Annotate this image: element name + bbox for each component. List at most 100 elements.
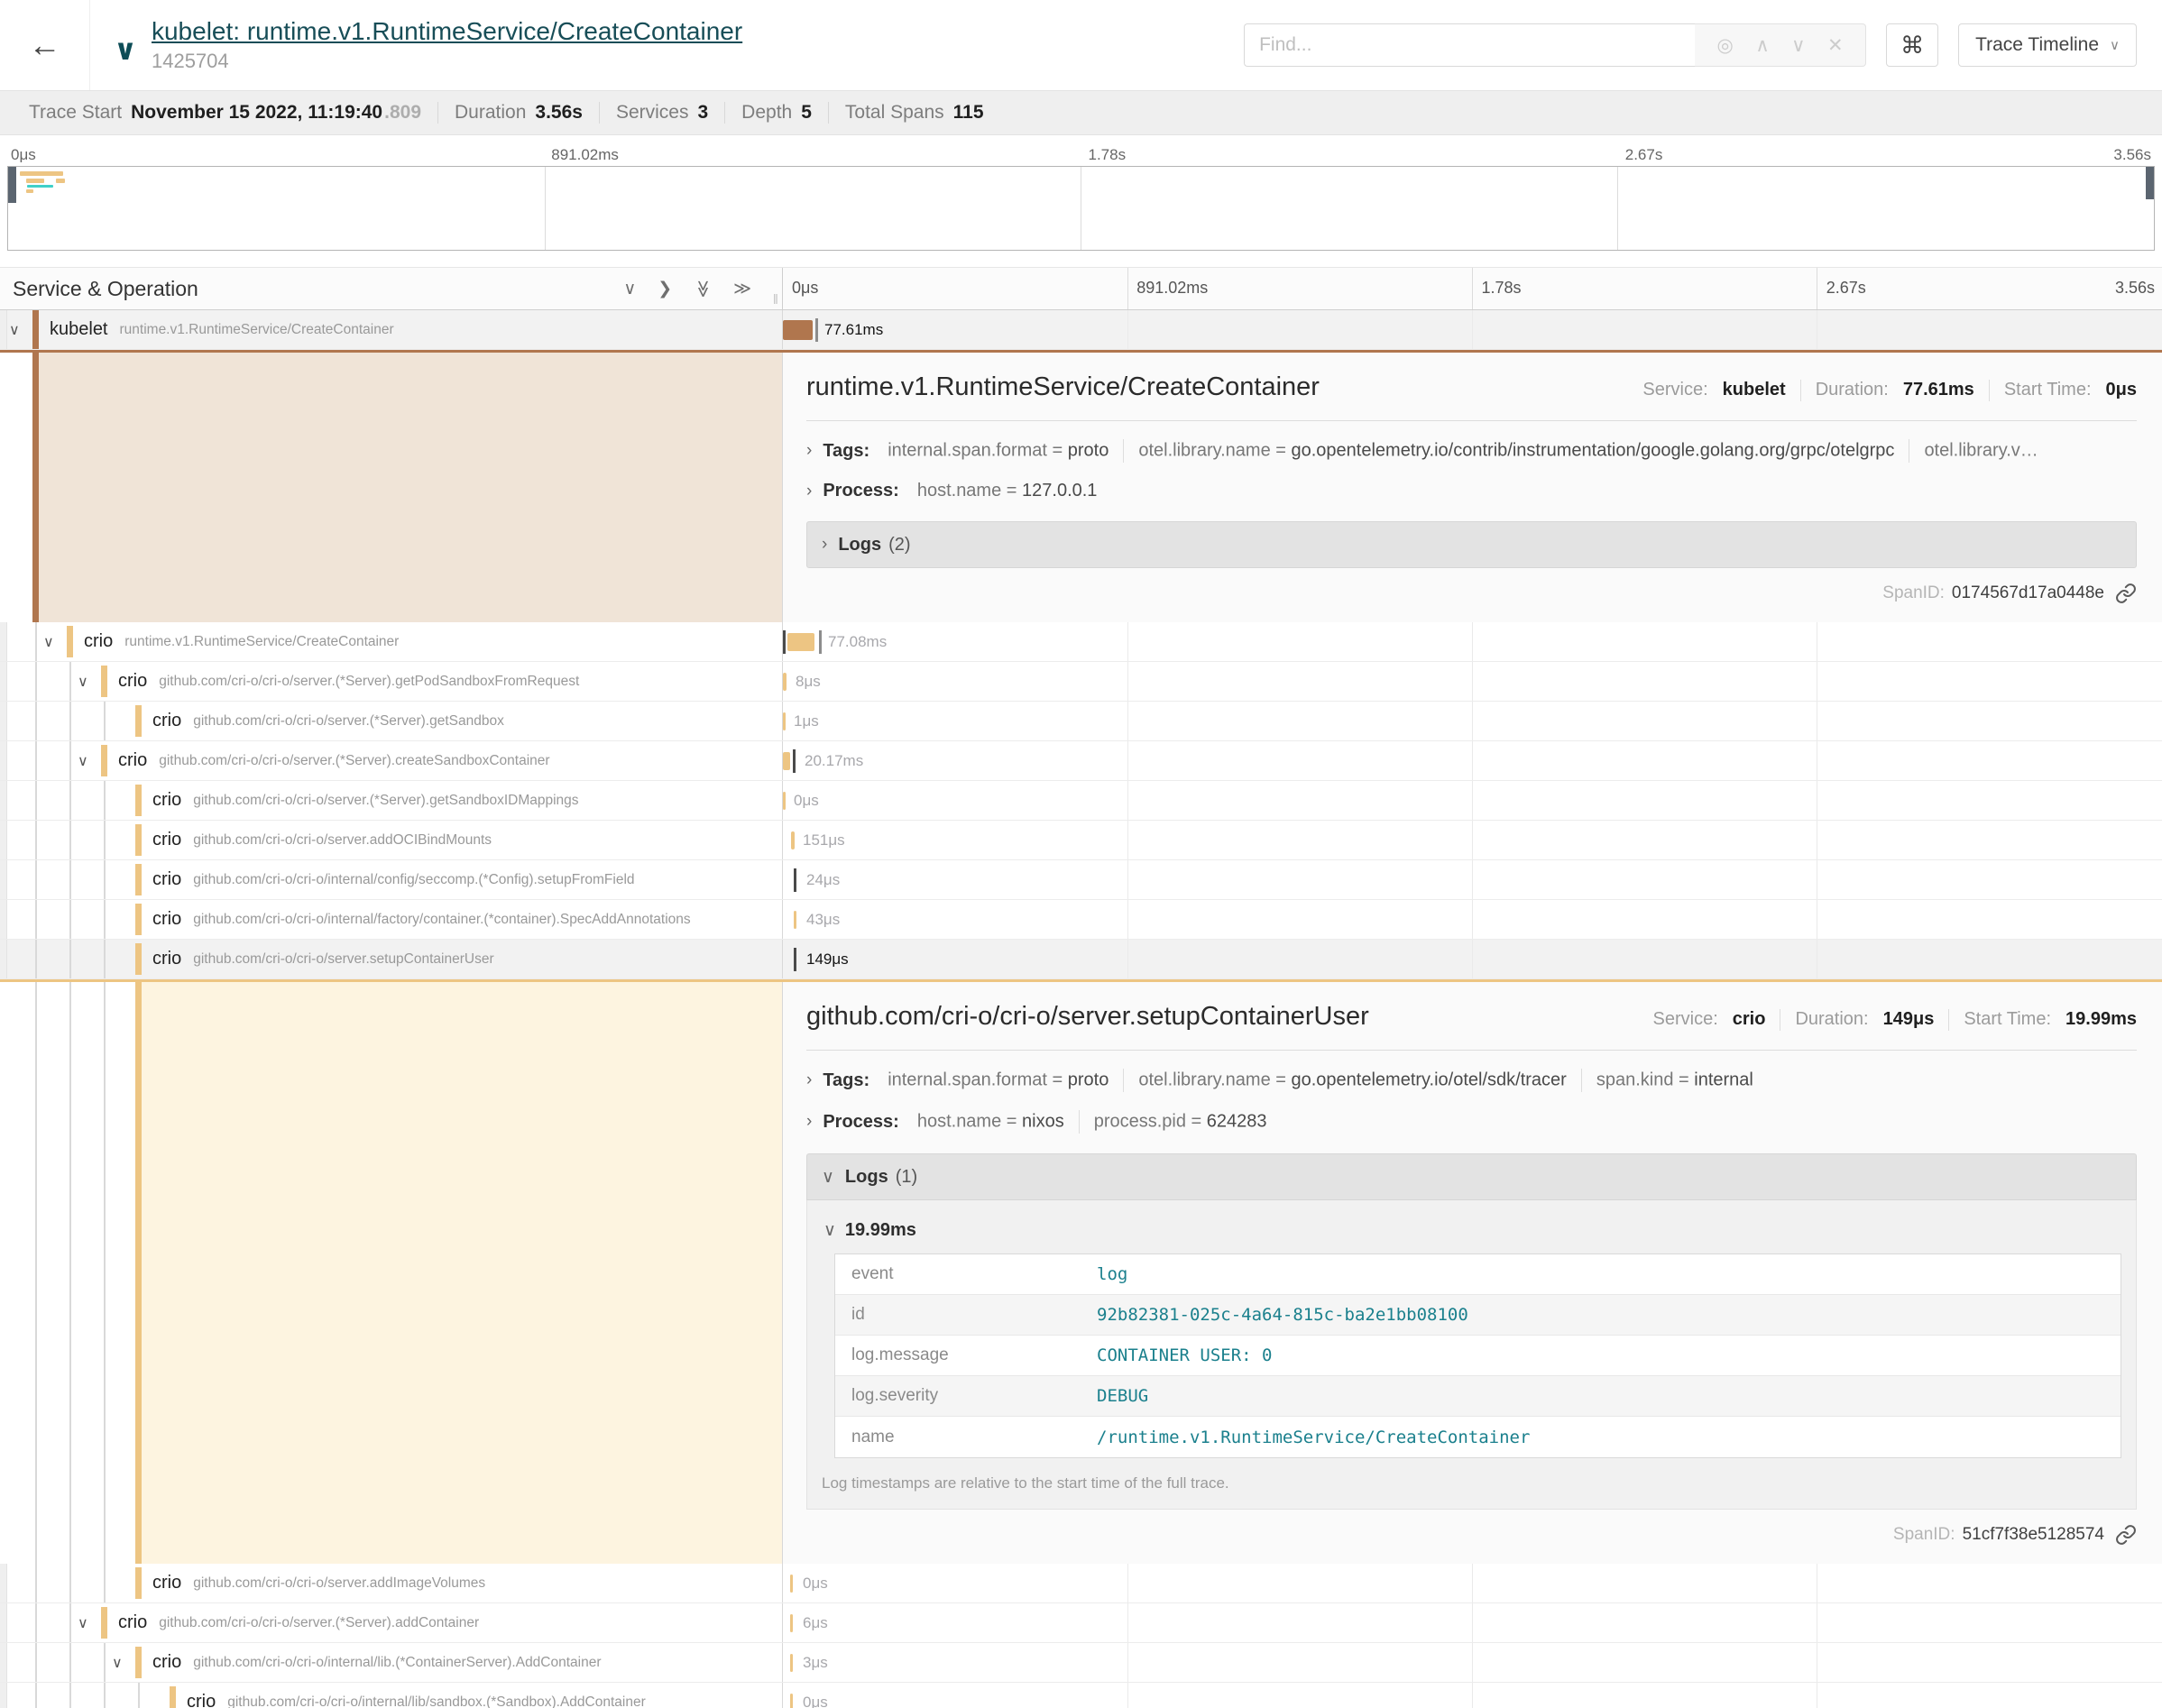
duration-label: 151μs: [803, 821, 845, 860]
indent-guide: [104, 982, 106, 1564]
tags-accordion[interactable]: › Tags: internal.span.format = protootel…: [806, 439, 2137, 463]
expander-icon: ›: [806, 1112, 812, 1132]
collapse-one-icon[interactable]: ∨: [623, 279, 636, 299]
span-timeline-cell[interactable]: 77.08ms: [783, 622, 2162, 661]
span-timeline-cell[interactable]: 149μs: [783, 940, 2162, 978]
row-collapse-icon[interactable]: ∨: [78, 673, 88, 691]
span-color-bar: [135, 1647, 142, 1678]
tag-pill: otel.library.v…: [1924, 440, 2038, 460]
trace-summary-bar: Trace StartNovember 15 2022, 11:19:40.80…: [0, 90, 2162, 135]
log-field-key: name: [835, 1428, 1097, 1447]
span-duration-bar: [790, 1614, 793, 1632]
span-color-bar: [135, 705, 142, 737]
duration-label: 0μs: [794, 781, 819, 821]
span-timeline-cell[interactable]: 151μs: [783, 821, 2162, 859]
span-row[interactable]: criogithub.com/cri-o/cri-o/internal/conf…: [0, 860, 2162, 900]
operation-name: github.com/cri-o/cri-o/server.(*Server).…: [193, 793, 578, 809]
column-resizer[interactable]: ‖: [773, 292, 778, 308]
duration-label: 8μs: [796, 662, 821, 702]
indent-guide: [69, 1643, 71, 1682]
duration-label: 6μs: [803, 1603, 828, 1643]
row-collapse-icon[interactable]: ∨: [43, 633, 54, 651]
minimap-tick-label: 1.78s: [1089, 146, 1127, 164]
log-field-value: /runtime.v1.RuntimeService/CreateContain…: [1097, 1428, 1530, 1447]
indent-guide: [35, 662, 37, 701]
trace-id: 1425704: [152, 50, 742, 73]
expand-one-icon[interactable]: ❯: [658, 279, 672, 299]
span-timeline-cell[interactable]: 0μs: [783, 781, 2162, 820]
span-row[interactable]: criogithub.com/cri-o/cri-o/server.addOCI…: [0, 821, 2162, 860]
span-row[interactable]: criogithub.com/cri-o/cri-o/server.addIma…: [0, 1564, 2162, 1603]
span-color-bar: [32, 353, 39, 622]
trace-title-link[interactable]: kubelet: runtime.v1.RuntimeService/Creat…: [152, 17, 742, 46]
indent-guide: [35, 781, 37, 820]
span-row[interactable]: criogithub.com/cri-o/cri-o/internal/lib/…: [0, 1683, 2162, 1708]
expand-all-icon[interactable]: ≫: [733, 279, 751, 299]
service-operation-header: Service & Operation: [13, 277, 623, 301]
span-timeline-cell[interactable]: 3μs: [783, 1643, 2162, 1682]
span-timeline-cell[interactable]: 77.61ms: [783, 310, 2162, 349]
back-button[interactable]: ←: [0, 0, 90, 90]
logs-accordion[interactable]: ∨ Logs (1): [806, 1153, 2137, 1200]
title-collapse-chevron-icon[interactable]: ∨: [114, 32, 137, 67]
span-timeline-cell[interactable]: 1μs: [783, 702, 2162, 740]
span-duration-bar: [793, 749, 796, 773]
span-row[interactable]: criogithub.com/cri-o/cri-o/server.(*Serv…: [0, 702, 2162, 741]
minimap-span-bar: [56, 179, 65, 183]
prev-result-icon[interactable]: ∧: [1755, 34, 1769, 57]
span-duration-bar: [794, 911, 796, 929]
duration-label: 77.61ms: [824, 310, 883, 350]
minimap-left-handle[interactable]: [8, 167, 16, 203]
copy-link-icon[interactable]: [2115, 583, 2137, 604]
span-timeline-cell[interactable]: 8μs: [783, 662, 2162, 701]
span-timeline-cell[interactable]: 0μs: [783, 1683, 2162, 1708]
span-timeline-cell[interactable]: 6μs: [783, 1603, 2162, 1642]
span-duration-bar: [794, 868, 796, 892]
span-row[interactable]: ∨crioruntime.v1.RuntimeService/CreateCon…: [0, 622, 2162, 662]
duration-label: 24μs: [806, 860, 840, 900]
span-timeline-cell[interactable]: 43μs: [783, 900, 2162, 939]
next-result-icon[interactable]: ∨: [1791, 34, 1805, 57]
span-timeline-cell[interactable]: 0μs: [783, 1564, 2162, 1602]
operation-name: github.com/cri-o/cri-o/server.addImageVo…: [193, 1575, 485, 1592]
span-row[interactable]: ∨criogithub.com/cri-o/cri-o/internal/lib…: [0, 1643, 2162, 1683]
process-accordion[interactable]: › Process: host.name = 127.0.0.1: [806, 481, 2137, 501]
span-row[interactable]: ∨criogithub.com/cri-o/cri-o/server.(*Ser…: [0, 741, 2162, 781]
process-accordion[interactable]: › Process: host.name = nixosprocess.pid …: [806, 1110, 2137, 1134]
row-collapse-icon[interactable]: ∨: [78, 752, 88, 770]
locate-icon[interactable]: ◎: [1717, 34, 1734, 57]
span-timeline-cell[interactable]: 20.17ms: [783, 741, 2162, 780]
span-row[interactable]: criogithub.com/cri-o/cri-o/internal/fact…: [0, 900, 2162, 940]
copy-link-icon[interactable]: [2115, 1524, 2137, 1546]
duration-label: 20.17ms: [805, 741, 863, 781]
span-row[interactable]: ∨criogithub.com/cri-o/cri-o/server.(*Ser…: [0, 662, 2162, 702]
logs-accordion[interactable]: › Logs (2): [806, 521, 2137, 568]
span-duration-bar: [783, 752, 790, 770]
span-row[interactable]: ∨criogithub.com/cri-o/cri-o/server.(*Ser…: [0, 1603, 2162, 1643]
find-input[interactable]: [1244, 23, 1695, 67]
duration-label: Duration:: [1816, 380, 1889, 400]
minimap-viewport[interactable]: [7, 166, 2155, 251]
span-row[interactable]: criogithub.com/cri-o/cri-o/server.(*Serv…: [0, 781, 2162, 821]
log-entry-toggle[interactable]: ∨ 19.99ms: [820, 1211, 2121, 1253]
service-name: crio: [152, 949, 181, 969]
clear-search-icon[interactable]: ✕: [1827, 34, 1844, 57]
row-collapse-icon[interactable]: ∨: [9, 321, 20, 339]
span-row[interactable]: criogithub.com/cri-o/cri-o/server.setupC…: [0, 940, 2162, 979]
log-field-row: id92b82381-025c-4a64-815c-ba2e1bb08100: [835, 1295, 2121, 1336]
service-name: kubelet: [50, 319, 108, 340]
spanid-value: 0174567d17a0448e: [1952, 583, 2104, 603]
timeline-column-header: Service & Operation ∨ ❯ ≫ ≫ ‖ 0μs891.02m…: [0, 267, 2162, 310]
row-collapse-icon[interactable]: ∨: [78, 1614, 88, 1632]
indent-guide: [104, 1564, 106, 1602]
minimap-right-handle[interactable]: [2146, 167, 2154, 199]
row-collapse-icon[interactable]: ∨: [112, 1654, 123, 1672]
span-row[interactable]: ∨kubeletruntime.v1.RuntimeService/Create…: [0, 310, 2162, 350]
tags-accordion[interactable]: › Tags: internal.span.format = protootel…: [806, 1069, 2137, 1092]
keyboard-shortcuts-button[interactable]: ⌘: [1886, 23, 1938, 67]
log-field-key: log.message: [835, 1345, 1097, 1365]
trace-view-selector[interactable]: Trace Timeline ∨: [1958, 23, 2137, 67]
tag-value: proto: [1068, 1070, 1109, 1089]
collapse-all-icon[interactable]: ≫: [693, 280, 713, 298]
span-timeline-cell[interactable]: 24μs: [783, 860, 2162, 899]
